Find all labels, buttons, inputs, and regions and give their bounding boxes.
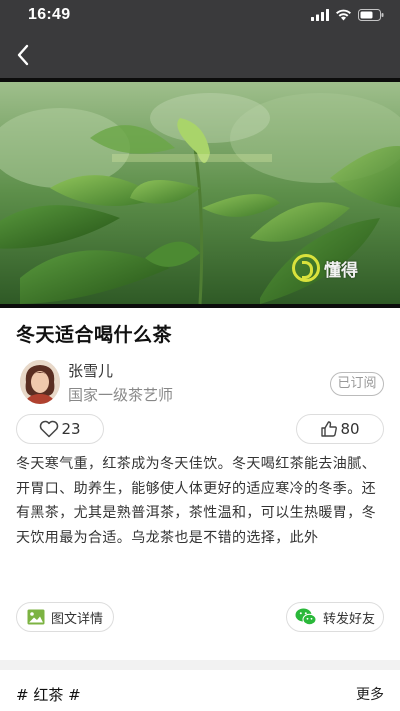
thumbs-up-icon xyxy=(321,421,338,437)
status-icons xyxy=(311,9,384,21)
avatar-image xyxy=(20,360,60,404)
thumbs-up-count: 80 xyxy=(340,420,360,438)
like-button[interactable]: 23 xyxy=(16,414,104,444)
author-title: 国家一级茶艺师 xyxy=(68,386,174,404)
article-content: 冬天适合喝什么茶 张雪儿 国家一级茶艺师 已订阅 23 80 冬天寒气重，红茶成… xyxy=(0,308,400,711)
more-link[interactable]: 更多 xyxy=(356,684,384,704)
video-player[interactable]: 懂得 xyxy=(0,78,400,308)
bottom-actions: 图文详情 转发好友 xyxy=(16,602,384,632)
watermark-text: 懂得 xyxy=(324,260,358,281)
tag-label[interactable]: # 红茶 # xyxy=(16,684,81,705)
subscribe-button[interactable]: 已订阅 xyxy=(330,372,384,396)
author-row: 张雪儿 国家一级茶艺师 已订阅 xyxy=(16,358,384,408)
detail-label: 图文详情 xyxy=(50,611,103,627)
article-title: 冬天适合喝什么茶 xyxy=(16,324,173,346)
status-time: 16:49 xyxy=(28,6,71,23)
image-icon xyxy=(27,609,45,625)
thumbs-up-button[interactable]: 80 xyxy=(296,414,384,444)
share-to-friend-button[interactable]: 转发好友 xyxy=(286,602,384,632)
nav-bar xyxy=(0,32,400,78)
image-text-detail-button[interactable]: 图文详情 xyxy=(16,602,114,632)
share-label: 转发好友 xyxy=(322,611,375,627)
wifi-icon xyxy=(336,9,351,21)
battery-icon xyxy=(358,9,384,21)
video-watermark: 懂得 xyxy=(292,254,358,282)
article-body: 冬天寒气重，红茶成为冬天佳饮。冬天喝红茶能去油腻、开胃口、助养生，能够使人体更好… xyxy=(16,456,376,546)
action-row: 23 80 xyxy=(16,414,384,444)
chevron-left-icon xyxy=(17,44,29,66)
wechat-icon xyxy=(295,608,317,626)
avatar[interactable] xyxy=(20,360,60,404)
signal-icon xyxy=(311,9,329,21)
section-divider xyxy=(0,660,400,670)
author-name[interactable]: 张雪儿 xyxy=(68,360,113,381)
back-button[interactable] xyxy=(8,40,38,70)
brand-logo-icon xyxy=(292,254,320,282)
heart-icon xyxy=(40,420,59,438)
like-count: 23 xyxy=(61,420,81,438)
tag-row: # 红茶 # 更多 xyxy=(0,680,400,710)
status-bar: 16:49 xyxy=(0,0,400,32)
